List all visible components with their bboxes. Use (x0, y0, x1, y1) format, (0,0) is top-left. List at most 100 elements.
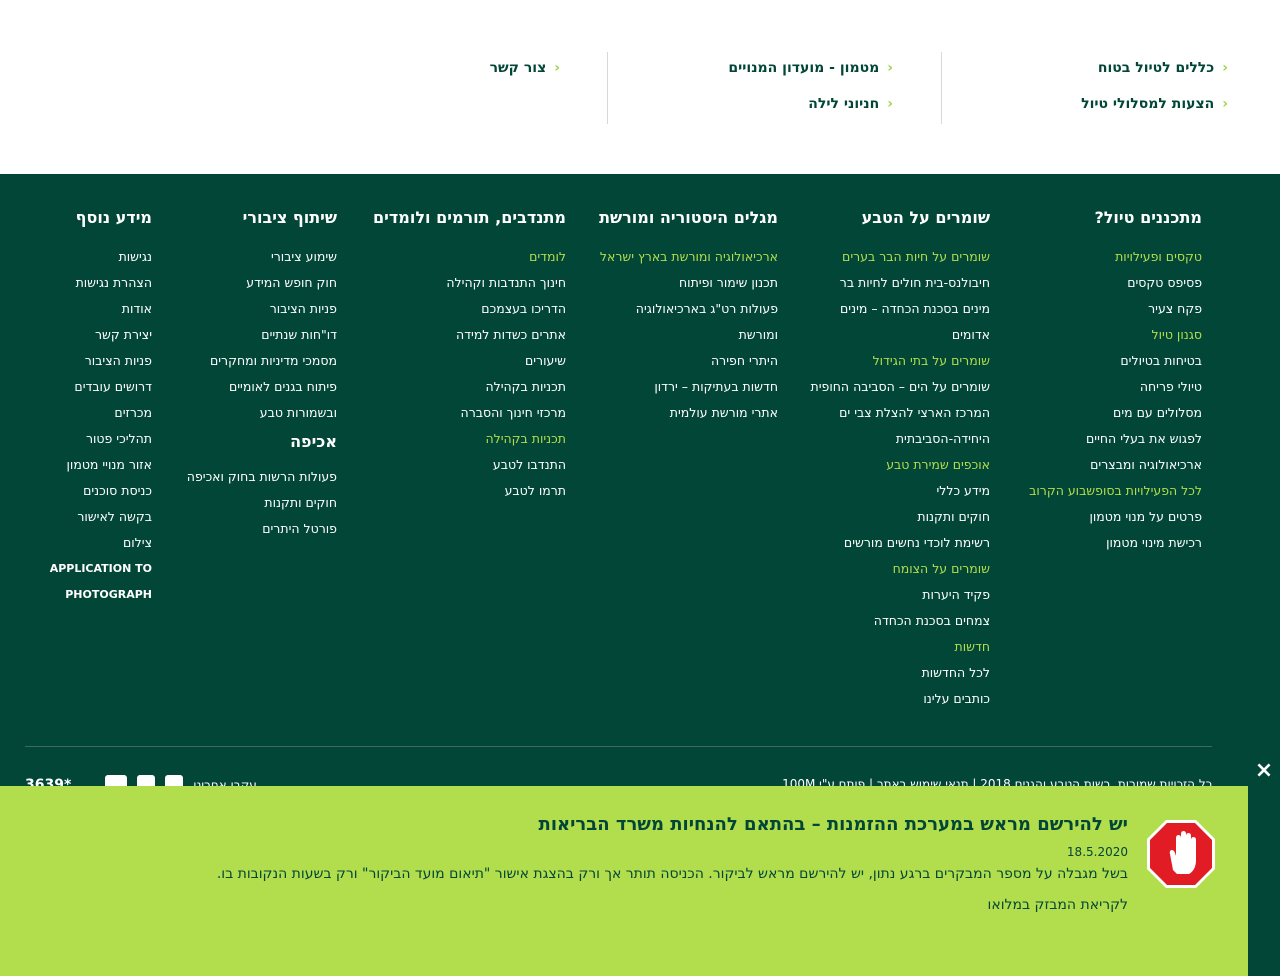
footer-link[interactable]: מסמכי מדיניות ומחקרים (187, 348, 337, 374)
footer-link[interactable]: צילום (50, 530, 152, 556)
footer-link[interactable]: מידע כללי (811, 478, 990, 504)
footer-link[interactable]: אזור מנויי מטמון (50, 452, 152, 478)
footer-link[interactable]: צמחים בסכנת הכחדה (811, 608, 990, 634)
footer-link[interactable]: רשימת לוכדי נחשים מורשים (811, 530, 990, 556)
quick-link-trip-suggestions[interactable]: ‹ הצעות למסלולי טיול (1081, 96, 1228, 112)
footer-link[interactable]: מרכזי חינוך והסברה (373, 400, 566, 426)
footer-link[interactable]: פעולות רט"ג בארכיאולוגיה (599, 296, 778, 322)
footer-link[interactable]: לומדים (373, 244, 566, 270)
footer-link[interactable]: פקיד היערות (811, 582, 990, 608)
footer-link[interactable]: פעולות הרשות בחוק ואכיפה (187, 464, 337, 490)
footer-link[interactable]: PHOTOGRAPH (50, 582, 152, 608)
footer-link[interactable]: תכניות בקהילה (373, 374, 566, 400)
banner-date: 18.5.2020 (1066, 845, 1128, 859)
quick-links-col-3: ‹ צור קשר (400, 52, 560, 124)
footer-link[interactable]: יצירת קשר (50, 322, 152, 348)
footer-link[interactable]: תכניות בקהילה (373, 426, 566, 452)
footer-link[interactable]: מינים בסכנת הכחדה – מינים (811, 296, 990, 322)
footer-link[interactable]: כניסת סוכנים (50, 478, 152, 504)
footer-link[interactable]: חדשות (811, 634, 990, 660)
footer-col-title: מתנדבים, תורמים ולומדים (373, 208, 566, 227)
footer-link[interactable]: חיבולנס-בית חולים לחיות בר (811, 270, 990, 296)
footer-link[interactable]: פקח צעיר (1029, 296, 1202, 322)
divider (941, 52, 942, 124)
quick-link-matmon-club[interactable]: ‹ מטמון - מועדון המנויים (728, 60, 893, 76)
footer-link[interactable]: דו"חות שנתיים (187, 322, 337, 348)
footer-col-history: מגלים היסטוריה ומורשת ארכיאולוגיה ומורשת… (599, 208, 778, 426)
chevron-icon: ‹ (887, 96, 893, 112)
quick-links-section: ‹ כללים לטיול בטוח ‹ הצעות למסלולי טיול ‹ מ… (0, 0, 1280, 174)
banner-text: בשל מגבלה על מספר המבקרים ברגע נתון, יש … (216, 866, 1128, 882)
footer-link[interactable]: רכישת מינוי מטמון (1029, 530, 1202, 556)
footer-link[interactable]: פסיפס טקסים (1029, 270, 1202, 296)
quick-links-col-1: ‹ כללים לטיול בטוח ‹ הצעות למסלולי טיול (1008, 52, 1228, 124)
footer-link[interactable]: המרכז הארצי להצלת צבי ים (811, 400, 990, 426)
footer-col-title: שיתוף ציבורי (242, 208, 337, 227)
footer-link[interactable]: מכרזים (50, 400, 152, 426)
footer-link[interactable]: פניות הציבור (50, 348, 152, 374)
footer-link[interactable]: שיעורים (373, 348, 566, 374)
footer-link[interactable]: נגישות (50, 244, 152, 270)
footer-link[interactable]: כותבים עלינו (811, 686, 990, 712)
footer-link[interactable]: תכנון שימור ופיתוח (599, 270, 778, 296)
footer-link[interactable]: ובשמורות טבע (187, 400, 337, 426)
footer-link[interactable]: שומרים על הצומח (811, 556, 990, 582)
footer-link[interactable]: הצהרת נגישות (50, 270, 152, 296)
footer-link[interactable]: היתרי חפירה (599, 348, 778, 374)
footer-link[interactable]: חוקים ותקנות (811, 504, 990, 530)
footer-subsection-title: אכיפה (290, 432, 337, 451)
footer-link[interactable]: APPLICATION TO (50, 556, 152, 582)
stop-hand-icon (1145, 818, 1217, 890)
footer-link[interactable]: תהליכי פטור (50, 426, 152, 452)
close-banner-button[interactable]: × (1248, 756, 1280, 786)
footer-col-nature: שומרים על הטבע שומרים על חיות הבר בערים … (811, 208, 990, 712)
footer-link[interactable]: בטיחות בטיולים (1029, 348, 1202, 374)
footer-link[interactable]: ארכיאולוגיה ומורשת בארץ ישראל (599, 244, 778, 270)
footer-link[interactable]: פניות הציבור (187, 296, 337, 322)
footer-link[interactable]: חוק חופש המידע (187, 270, 337, 296)
footer-link[interactable]: שומרים על בתי הגידול (811, 348, 990, 374)
footer-link[interactable]: מסלולים עם מים (1029, 400, 1202, 426)
quick-link-contact[interactable]: ‹ צור קשר (490, 60, 560, 76)
footer-link[interactable]: ארכיאולוגיה ומבצרים (1029, 452, 1202, 478)
footer-col-title: שומרים על הטבע (861, 208, 990, 227)
footer-link[interactable]: היחידה-הסביבתית (811, 426, 990, 452)
footer-link[interactable]: תרמו לטבע (373, 478, 566, 504)
footer-link[interactable]: ומורשת (599, 322, 778, 348)
footer-link[interactable]: חוקים ותקנות (187, 490, 337, 516)
footer-link[interactable]: סגנון טיול (1029, 322, 1202, 348)
quick-links-col-2: ‹ מטמון - מועדון המנויים ‹ חניוני לילה (673, 52, 893, 124)
footer-link[interactable]: פרטים על מנוי מטמון (1029, 504, 1203, 530)
footer-link[interactable]: דרושים עובדים (50, 374, 152, 400)
footer-col-more-info: מידע נוסף נגישות הצהרת נגישות אודות יציר… (50, 208, 152, 608)
quick-link-night-camps[interactable]: ‹ חניוני לילה (808, 96, 893, 112)
footer-link[interactable]: פורטל היתרים (187, 516, 337, 542)
footer-col-title: מידע נוסף (75, 208, 152, 227)
footer-link[interactable]: בקשה לאישור (50, 504, 152, 530)
footer-link[interactable]: פיתוח בגנים לאומיים (187, 374, 337, 400)
chevron-icon: ‹ (887, 60, 893, 76)
footer-link[interactable]: אודות (50, 296, 152, 322)
footer-link[interactable]: שימוע ציבורי (187, 244, 337, 270)
footer-link[interactable]: לפגוש את בעלי החיים (1029, 426, 1202, 452)
footer-link[interactable]: אוכפים שמירת טבע (811, 452, 990, 478)
quick-link-safe-trip[interactable]: ‹ כללים לטיול בטוח (1098, 60, 1228, 76)
footer-link[interactable]: אדומים (811, 322, 990, 348)
footer-link[interactable]: לכל הפעילויות בסופשבוע הקרוב (1029, 478, 1202, 504)
footer-link[interactable]: חינוך התנדבות וקהילה (373, 270, 566, 296)
footer-link[interactable]: הדריכו בעצמכם (373, 296, 566, 322)
footer-link[interactable]: אתרי מורשת עולמית (599, 400, 778, 426)
banner-title: יש להירשם מראש במערכת ההזמנות – בהתאם לה… (538, 814, 1128, 835)
footer-link[interactable]: חדשות בעתיקות – ירדון (599, 374, 778, 400)
footer-col-title: מתכננים טיול? (1094, 208, 1202, 227)
footer-link[interactable]: התנדבו לטבע (373, 452, 566, 478)
footer-link[interactable]: טקסים ופעילויות (1029, 244, 1202, 270)
footer-link[interactable]: לכל החדשות (811, 660, 990, 686)
footer-link[interactable]: שומרים על חיות הבר בערים (811, 244, 990, 270)
banner-read-more-link[interactable]: לקריאת המבזק במלואו (988, 897, 1128, 913)
footer-link[interactable]: טיולי פריחה (1029, 374, 1202, 400)
footer-col-volunteers: מתנדבים, תורמים ולומדים לומדים חינוך התנ… (373, 208, 566, 504)
footer-col-title: מגלים היסטוריה ומורשת (599, 208, 778, 227)
footer-link[interactable]: שומרים על הים – הסביבה החופית (811, 374, 990, 400)
footer-link[interactable]: אתרים כשדות למידה (373, 322, 566, 348)
